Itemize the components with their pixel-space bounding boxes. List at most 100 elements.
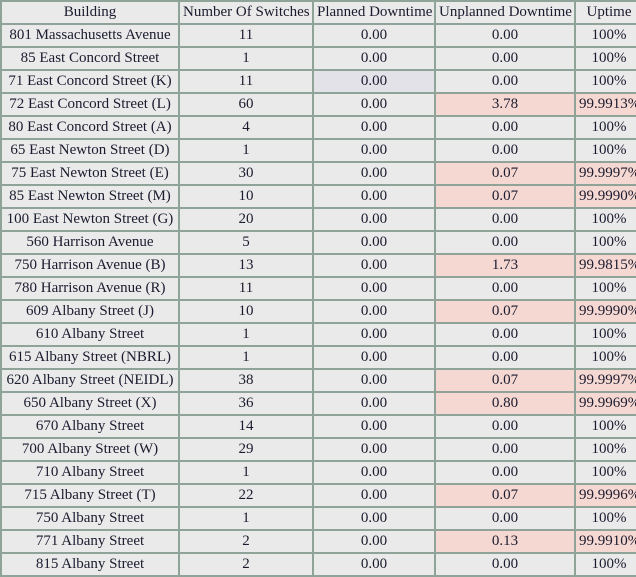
- cell-uptime: 99.9910%: [576, 531, 636, 552]
- cell-switches: 1: [180, 324, 312, 345]
- cell-planned-downtime: 0.00: [314, 508, 434, 529]
- cell-uptime: 99.9997%: [576, 163, 636, 184]
- table-row: 670 Albany Street 14 0.00 0.00 100%: [2, 416, 636, 437]
- cell-building: 71 East Concord Street (K): [2, 71, 178, 92]
- cell-planned-downtime: 0.00: [314, 117, 434, 138]
- cell-building: 72 East Concord Street (L): [2, 94, 178, 115]
- cell-switches: 1: [180, 140, 312, 161]
- column-header-building: Building: [2, 2, 178, 23]
- cell-planned-downtime: 0.00: [314, 301, 434, 322]
- cell-switches: 11: [180, 25, 312, 46]
- cell-building: 815 Albany Street: [2, 554, 178, 575]
- cell-switches: 36: [180, 393, 312, 414]
- cell-uptime: 99.9990%: [576, 186, 636, 207]
- building-uptime-table: Building Number Of Switches Planned Down…: [0, 0, 636, 577]
- cell-building: 771 Albany Street: [2, 531, 178, 552]
- table-row: 620 Albany Street (NEIDL) 38 0.00 0.07 99.99…: [2, 370, 636, 391]
- cell-planned-downtime: 0.00: [314, 554, 434, 575]
- cell-planned-downtime: 0.00: [314, 48, 434, 69]
- table-row: 85 East Newton Street (M) 10 0.00 0.07 99.99…: [2, 186, 636, 207]
- table-row: 610 Albany Street 1 0.00 0.00 100%: [2, 324, 636, 345]
- cell-switches: 11: [180, 278, 312, 299]
- cell-uptime: 100%: [576, 324, 636, 345]
- table-row: 65 East Newton Street (D) 1 0.00 0.00 100%: [2, 140, 636, 161]
- cell-switches: 11: [180, 71, 312, 92]
- table-row: 609 Albany Street (J) 10 0.00 0.07 99.9990%: [2, 301, 636, 322]
- cell-unplanned-downtime: 0.13: [436, 531, 574, 552]
- cell-uptime: 100%: [576, 462, 636, 483]
- cell-switches: 60: [180, 94, 312, 115]
- table-row: 100 East Newton Street (G) 20 0.00 0.00 100%: [2, 209, 636, 230]
- cell-uptime: 100%: [576, 117, 636, 138]
- cell-uptime: 100%: [576, 554, 636, 575]
- cell-switches: 1: [180, 347, 312, 368]
- cell-unplanned-downtime: 0.07: [436, 301, 574, 322]
- cell-planned-downtime: 0.00: [314, 94, 434, 115]
- cell-building: 750 Harrison Avenue (B): [2, 255, 178, 276]
- cell-uptime: 100%: [576, 140, 636, 161]
- cell-switches: 2: [180, 554, 312, 575]
- cell-planned-downtime: 0.00: [314, 71, 434, 92]
- cell-uptime: 99.9997%: [576, 370, 636, 391]
- cell-planned-downtime: 0.00: [314, 393, 434, 414]
- cell-building: 780 Harrison Avenue (R): [2, 278, 178, 299]
- cell-uptime: 100%: [576, 416, 636, 437]
- column-header-uptime: Uptime: [576, 2, 636, 23]
- table-row: 560 Harrison Avenue 5 0.00 0.00 100%: [2, 232, 636, 253]
- table-row: 780 Harrison Avenue (R) 11 0.00 0.00 100%: [2, 278, 636, 299]
- column-header-switches: Number Of Switches: [180, 2, 312, 23]
- table-header: Building Number Of Switches Planned Down…: [2, 2, 636, 23]
- table-row: 650 Albany Street (X) 36 0.00 0.80 99.9969%: [2, 393, 636, 414]
- cell-uptime: 99.9996%: [576, 485, 636, 506]
- table-body: 801 Massachusetts Avenue 11 0.00 0.00 100% 85…: [2, 25, 636, 575]
- cell-building: 85 East Concord Street: [2, 48, 178, 69]
- cell-uptime: 100%: [576, 508, 636, 529]
- cell-building: 670 Albany Street: [2, 416, 178, 437]
- cell-building: 700 Albany Street (W): [2, 439, 178, 460]
- cell-building: 560 Harrison Avenue: [2, 232, 178, 253]
- cell-switches: 1: [180, 508, 312, 529]
- cell-building: 615 Albany Street (NBRL): [2, 347, 178, 368]
- cell-uptime: 100%: [576, 278, 636, 299]
- cell-uptime: 100%: [576, 439, 636, 460]
- cell-uptime: 100%: [576, 347, 636, 368]
- cell-planned-downtime: 0.00: [314, 25, 434, 46]
- cell-planned-downtime: 0.00: [314, 347, 434, 368]
- cell-uptime: 99.9969%: [576, 393, 636, 414]
- cell-switches: 2: [180, 531, 312, 552]
- cell-uptime: 100%: [576, 209, 636, 230]
- cell-unplanned-downtime: 0.00: [436, 416, 574, 437]
- cell-building: 100 East Newton Street (G): [2, 209, 178, 230]
- cell-switches: 22: [180, 485, 312, 506]
- cell-switches: 10: [180, 301, 312, 322]
- cell-unplanned-downtime: 0.00: [436, 347, 574, 368]
- cell-building: 75 East Newton Street (E): [2, 163, 178, 184]
- table-row: 771 Albany Street 2 0.00 0.13 99.9910%: [2, 531, 636, 552]
- cell-planned-downtime: 0.00: [314, 186, 434, 207]
- cell-building: 710 Albany Street: [2, 462, 178, 483]
- cell-building: 609 Albany Street (J): [2, 301, 178, 322]
- table-header-row: Building Number Of Switches Planned Down…: [2, 2, 636, 23]
- cell-switches: 1: [180, 462, 312, 483]
- cell-unplanned-downtime: 0.00: [436, 508, 574, 529]
- cell-planned-downtime: 0.00: [314, 232, 434, 253]
- cell-unplanned-downtime: 0.00: [436, 462, 574, 483]
- table-row: 715 Albany Street (T) 22 0.00 0.07 99.9996%: [2, 485, 636, 506]
- cell-planned-downtime: 0.00: [314, 140, 434, 161]
- table-row: 700 Albany Street (W) 29 0.00 0.00 100%: [2, 439, 636, 460]
- cell-planned-downtime: 0.00: [314, 531, 434, 552]
- table-row: 815 Albany Street 2 0.00 0.00 100%: [2, 554, 636, 575]
- cell-uptime: 100%: [576, 71, 636, 92]
- cell-planned-downtime: 0.00: [314, 209, 434, 230]
- cell-unplanned-downtime: 0.07: [436, 186, 574, 207]
- cell-planned-downtime: 0.00: [314, 255, 434, 276]
- cell-switches: 13: [180, 255, 312, 276]
- table-row: 615 Albany Street (NBRL) 1 0.00 0.00 100%: [2, 347, 636, 368]
- cell-building: 80 East Concord Street (A): [2, 117, 178, 138]
- cell-unplanned-downtime: 0.00: [436, 48, 574, 69]
- cell-building: 85 East Newton Street (M): [2, 186, 178, 207]
- cell-unplanned-downtime: 0.00: [436, 71, 574, 92]
- cell-unplanned-downtime: 0.00: [436, 117, 574, 138]
- cell-switches: 38: [180, 370, 312, 391]
- cell-planned-downtime: 0.00: [314, 439, 434, 460]
